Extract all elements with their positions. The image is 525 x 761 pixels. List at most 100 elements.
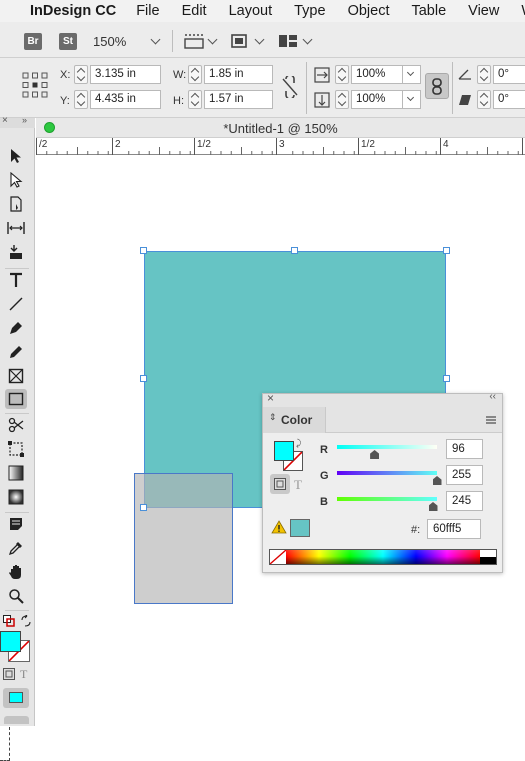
zoom-level[interactable]: 150% (93, 34, 126, 49)
type-tool[interactable] (5, 270, 27, 290)
scale-x-dropdown[interactable] (403, 65, 421, 84)
color-spectrum-ramp[interactable] (269, 549, 497, 565)
scale-x-field[interactable]: 100% (351, 65, 403, 84)
shear-stepper[interactable] (477, 90, 491, 109)
menu-type[interactable]: Type (294, 3, 325, 19)
hex-value-field[interactable]: 60fff5 (427, 519, 481, 539)
stock-button[interactable]: St (59, 33, 77, 50)
color-panel-header[interactable]: × ‹‹ (263, 391, 502, 407)
in-gamut-color-swatch[interactable] (290, 519, 310, 537)
hand-tool[interactable] (5, 562, 27, 582)
horizontal-ruler[interactable]: /2 2 1/2 3 1/2 4 (36, 138, 525, 155)
none-color-box[interactable] (270, 550, 287, 564)
out-of-gamut-warning-icon[interactable] (271, 520, 287, 534)
zoom-tool[interactable] (5, 586, 27, 606)
tools-panel-header[interactable]: × » (0, 115, 35, 128)
swap-fill-stroke-icon[interactable] (20, 615, 32, 627)
note-tool[interactable] (5, 514, 27, 534)
scissors-tool[interactable] (5, 415, 27, 435)
free-transform-icon (8, 441, 24, 457)
g-value-field[interactable]: 255 (446, 465, 483, 485)
h-field[interactable]: 1.57 in (204, 90, 273, 109)
reference-point-icon[interactable] (22, 72, 48, 98)
white-color-box[interactable] (480, 550, 496, 557)
menu-object[interactable]: Object (348, 3, 390, 19)
menu-window[interactable]: W (521, 3, 525, 19)
screen-mode-chevron-icon[interactable] (254, 34, 265, 45)
menu-view[interactable]: View (468, 3, 499, 19)
direct-selection-tool[interactable] (5, 170, 27, 190)
pencil-tool[interactable] (5, 342, 27, 362)
g-slider-thumb[interactable] (432, 476, 442, 485)
view-options-chevron-icon[interactable] (207, 34, 218, 45)
pen-tool[interactable] (5, 318, 27, 338)
gap-tool[interactable] (5, 218, 27, 238)
line-tool[interactable] (5, 294, 27, 314)
close-icon[interactable]: × (2, 115, 8, 126)
collapse-icon[interactable]: » (22, 115, 27, 125)
page-tool[interactable] (5, 194, 27, 214)
tab-color[interactable]: ⇕ Color (263, 407, 326, 433)
formatting-container-icon[interactable] (3, 668, 15, 680)
menu-app-name[interactable]: InDesign CC (30, 3, 116, 19)
constrain-proportions-icon[interactable] (281, 76, 299, 98)
constrain-scale-button[interactable] (425, 73, 449, 99)
divider (5, 512, 29, 513)
gradient-feather-tool[interactable] (5, 487, 27, 507)
rectangle-tool[interactable] (5, 389, 27, 409)
panel-fill-swatch[interactable] (274, 441, 294, 461)
rotation-stepper[interactable] (477, 65, 491, 84)
rectangle-frame-tool[interactable] (5, 366, 27, 386)
gradient-swatch-tool[interactable] (5, 463, 27, 483)
free-transform-tool[interactable] (5, 439, 27, 459)
y-stepper[interactable] (74, 90, 88, 109)
b-slider[interactable] (337, 497, 437, 501)
collapse-icon[interactable]: ‹‹ (489, 391, 496, 402)
screen-mode-button[interactable] (4, 716, 29, 724)
normal-view-mode-button[interactable] (3, 688, 29, 708)
bridge-button[interactable]: Br (24, 33, 42, 50)
r-slider-thumb[interactable] (370, 450, 380, 459)
scale-y-field[interactable]: 100% (351, 90, 403, 109)
arrange-documents-chevron-icon[interactable] (302, 34, 313, 45)
menu-layout[interactable]: Layout (229, 3, 273, 19)
screen-mode-icon[interactable] (230, 33, 248, 49)
h-stepper[interactable] (188, 90, 202, 109)
r-slider[interactable] (337, 445, 437, 449)
menu-edit[interactable]: Edit (182, 3, 207, 19)
black-color-box[interactable] (480, 557, 496, 564)
formatting-text-icon[interactable]: T (20, 667, 27, 682)
spectrum-gradient[interactable] (286, 550, 480, 564)
close-icon[interactable]: × (267, 391, 274, 405)
type-icon (10, 272, 22, 287)
panel-menu-icon[interactable] (485, 415, 497, 425)
swap-fill-stroke-icon[interactable]: ⤸ (296, 438, 301, 449)
formatting-text-icon[interactable]: T (294, 477, 302, 493)
selection-tool[interactable] (5, 146, 27, 166)
x-field[interactable]: 3.135 in (90, 65, 161, 84)
arrange-documents-icon[interactable] (278, 34, 298, 48)
r-value-field[interactable]: 96 (446, 439, 483, 459)
default-fill-stroke-icon[interactable] (3, 615, 15, 627)
rotation-field[interactable]: 0° (493, 65, 525, 84)
b-slider-thumb[interactable] (428, 502, 438, 511)
scale-y-dropdown[interactable] (403, 90, 421, 109)
shear-field[interactable]: 0° (493, 90, 525, 109)
menu-file[interactable]: File (136, 3, 159, 19)
y-field[interactable]: 4.435 in (90, 90, 161, 109)
w-field[interactable]: 1.85 in (204, 65, 273, 84)
formatting-container-button[interactable] (270, 474, 290, 494)
view-options-icon[interactable] (184, 34, 204, 49)
menu-table[interactable]: Table (411, 3, 446, 19)
x-stepper[interactable] (74, 65, 88, 84)
w-stepper[interactable] (188, 65, 202, 84)
link-icon (432, 78, 442, 95)
g-slider[interactable] (337, 471, 437, 475)
eyedropper-tool[interactable] (5, 538, 27, 558)
zoom-chevron-down-icon[interactable] (150, 34, 161, 45)
scale-y-stepper[interactable] (335, 90, 349, 109)
b-value-field[interactable]: 245 (446, 491, 483, 511)
scale-x-stepper[interactable] (335, 65, 349, 84)
content-collector-tool[interactable] (5, 242, 27, 262)
fill-swatch[interactable] (0, 631, 21, 652)
